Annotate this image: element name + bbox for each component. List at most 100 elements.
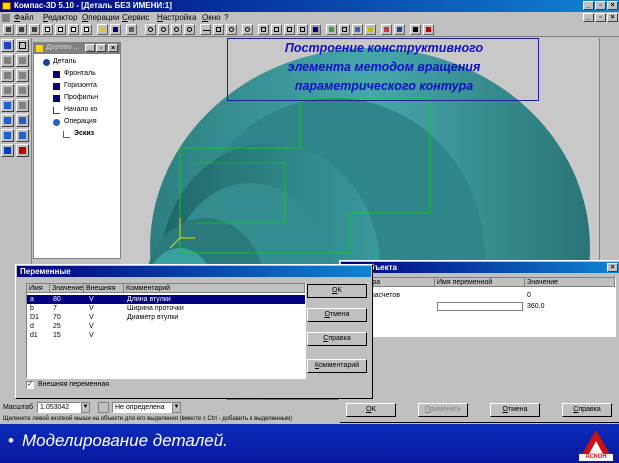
refresh-icon[interactable]	[226, 24, 237, 35]
axis-tool-icon[interactable]	[16, 144, 29, 157]
vars-comment-button[interactable]: Комментарий	[307, 359, 367, 373]
new-assembly-icon[interactable]	[81, 24, 92, 35]
state-icon[interactable]	[98, 402, 109, 413]
extrude-icon[interactable]	[1, 54, 14, 67]
vars-title: Переменные	[20, 267, 71, 276]
text-icon[interactable]	[365, 24, 376, 35]
fit-icon[interactable]	[213, 24, 224, 35]
edit-tool-icon[interactable]	[16, 39, 29, 52]
params-col-var: Имя переменной	[435, 278, 525, 287]
presentation-banner: • Моделирование деталей. АСКОН	[0, 424, 619, 463]
open-icon[interactable]	[97, 24, 108, 35]
vars-cell: 70	[53, 314, 61, 321]
save-icon[interactable]	[110, 24, 121, 35]
menu-window[interactable]: Окно	[202, 13, 221, 22]
zoom-out-icon[interactable]	[171, 24, 182, 35]
doc-restore-button[interactable]: ▫	[595, 13, 606, 22]
array-icon[interactable]	[1, 129, 14, 142]
axes-icon	[53, 107, 60, 114]
state-dropdown-chevron-icon[interactable]: ▼	[172, 402, 181, 413]
vars-help-button[interactable]: Справка	[307, 332, 367, 346]
help-pointer-icon[interactable]	[410, 24, 421, 35]
menu-edit[interactable]: Редактор	[43, 13, 77, 22]
zoom-window-icon[interactable]	[145, 24, 156, 35]
shaded-view-icon[interactable]	[310, 24, 321, 35]
cut-icon[interactable]	[16, 54, 29, 67]
rotate-icon[interactable]	[242, 24, 253, 35]
external-var-checkbox[interactable]: ✓	[26, 381, 34, 389]
menu-file[interactable]: Файл	[14, 13, 34, 22]
view-4-icon[interactable]	[297, 24, 308, 35]
doc-menu-icon[interactable]	[2, 14, 10, 22]
tree-maximize-button[interactable]: ▫	[96, 44, 106, 52]
new-sheet-icon[interactable]	[68, 24, 79, 35]
tool-3-icon[interactable]	[29, 24, 40, 35]
doc-minimize-button[interactable]: _	[583, 13, 594, 22]
params-ok-button[interactable]: OK	[346, 403, 396, 417]
tool-2-icon[interactable]	[16, 24, 27, 35]
params-col-value: Значение	[525, 278, 615, 287]
params-help-button[interactable]: Справка	[562, 403, 612, 417]
fillet-icon[interactable]	[1, 99, 14, 112]
vars-row[interactable]: D1 70 V Диаметр втулки	[27, 313, 305, 322]
props-icon[interactable]	[326, 24, 337, 35]
tree-item-label: Деталь	[53, 58, 77, 65]
scale-input[interactable]: 1.053042	[37, 402, 81, 413]
rib-icon[interactable]	[16, 114, 29, 127]
tree-item-label: Эскиз	[74, 130, 95, 137]
new-part-icon[interactable]	[55, 24, 66, 35]
exit-icon[interactable]	[423, 24, 434, 35]
vars-row[interactable]: d1 15 V	[27, 331, 305, 340]
params-close-button[interactable]: ×	[607, 263, 618, 272]
pan-icon[interactable]	[200, 24, 211, 35]
params-apply-button[interactable]: Применить	[418, 403, 468, 417]
rotate-cut-icon[interactable]	[16, 69, 29, 82]
vars-cell: 7	[53, 305, 57, 312]
vars-row[interactable]: b 7 V Ширина проточки	[27, 304, 305, 313]
minimize-button[interactable]: _	[583, 1, 594, 10]
loft-icon[interactable]	[1, 84, 14, 97]
view-2-icon[interactable]	[271, 24, 282, 35]
vars-row[interactable]: d 25 V	[27, 322, 305, 331]
vars-cancel-button[interactable]: Отмена	[307, 308, 367, 322]
view-1-icon[interactable]	[258, 24, 269, 35]
rotate-op-icon[interactable]	[1, 69, 14, 82]
vars-ok-button[interactable]: OK	[307, 284, 367, 298]
mirror-icon[interactable]	[16, 129, 29, 142]
plane-tool-icon[interactable]	[1, 144, 14, 157]
maximize-button[interactable]: ▫	[595, 1, 606, 10]
state-select[interactable]: Не определена	[112, 402, 172, 413]
sketch-tool-icon[interactable]	[1, 39, 14, 52]
zoom-all-icon[interactable]	[184, 24, 195, 35]
menu-help[interactable]: ?	[224, 13, 228, 22]
print-icon[interactable]	[126, 24, 137, 35]
menu-service[interactable]: Сервис	[122, 13, 149, 22]
close-button[interactable]: ×	[607, 1, 618, 10]
chamfer-icon[interactable]	[16, 99, 29, 112]
tree-minimize-button[interactable]: _	[85, 44, 95, 52]
vars-row[interactable]: a 80 V Длина втулки	[27, 295, 305, 304]
object-params-dialog: ...ры объекта × ...раметра Имя переменно…	[339, 260, 619, 423]
shell-icon[interactable]	[1, 114, 14, 127]
new-doc-icon[interactable]	[42, 24, 53, 35]
menu-settings[interactable]: Настройка	[157, 13, 196, 22]
params-cancel-button[interactable]: Отмена	[490, 403, 540, 417]
tree-close-button[interactable]: ×	[108, 44, 118, 52]
doc-close-button[interactable]: ×	[607, 13, 618, 22]
external-var-label: Внешняя переменная	[38, 381, 110, 388]
zoom-in-icon[interactable]	[158, 24, 169, 35]
params-row[interactable]: 360.0	[345, 302, 619, 311]
params-var-input[interactable]	[437, 302, 523, 311]
measure-icon[interactable]	[381, 24, 392, 35]
table-icon[interactable]	[339, 24, 350, 35]
vars-cell: 25	[53, 323, 61, 330]
loft-cut-icon[interactable]	[16, 84, 29, 97]
view-3-icon[interactable]	[284, 24, 295, 35]
library-icon[interactable]	[394, 24, 405, 35]
vars-cell: 80	[53, 296, 61, 303]
menu-operations[interactable]: Операции	[82, 13, 119, 22]
params-row[interactable]: ...ть из расчетов 0	[345, 291, 619, 300]
scale-dropdown-chevron-icon[interactable]: ▼	[81, 402, 90, 413]
image-icon[interactable]	[352, 24, 363, 35]
tool-1-icon[interactable]	[3, 24, 14, 35]
